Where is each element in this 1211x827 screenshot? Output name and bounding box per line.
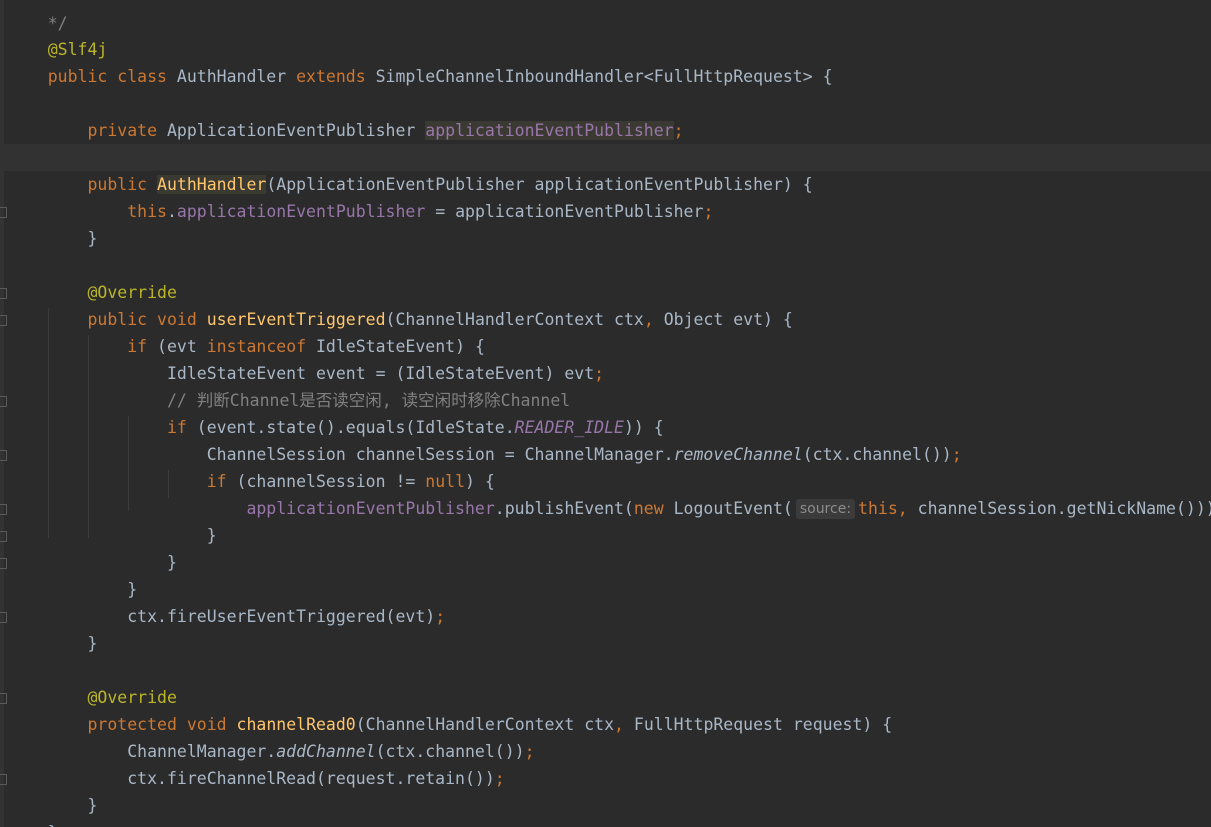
parameter-hint: source: bbox=[795, 499, 856, 519]
code-line: IdleStateEvent event = (IdleStateEvent) … bbox=[166, 364, 605, 383]
code-line: } bbox=[206, 526, 217, 545]
code-line: @Override bbox=[8, 657, 177, 707]
fold-marker[interactable] bbox=[0, 693, 7, 704]
code-line: } bbox=[87, 634, 98, 653]
code-line: this.applicationEventPublisher = applica… bbox=[127, 202, 714, 221]
field-declaration: applicationEventPublisher bbox=[425, 121, 674, 140]
code-line: if (channelSession != null) { bbox=[206, 472, 495, 491]
code-line: } bbox=[166, 553, 177, 572]
fold-marker[interactable] bbox=[0, 288, 7, 299]
code-line: } bbox=[87, 796, 98, 815]
code-line: ctx.fireUserEventTriggered(evt); bbox=[127, 607, 446, 626]
code-line: // 判断Channel是否读空闲, 读空闲时移除Channel bbox=[8, 360, 570, 410]
fold-marker[interactable] bbox=[0, 504, 7, 515]
code-line: private ApplicationEventPublisher applic… bbox=[87, 121, 684, 140]
code-line: applicationEventPublisher.publishEvent(n… bbox=[246, 499, 1211, 519]
fold-marker[interactable] bbox=[0, 531, 7, 542]
code-editor[interactable]: */ @Slf4j public class AuthHandler exten… bbox=[0, 0, 1211, 827]
code-line: ctx.fireChannelRead(request.retain()); bbox=[127, 769, 505, 788]
code-line: public class AuthHandler extends SimpleC… bbox=[47, 67, 833, 86]
fold-marker[interactable] bbox=[0, 207, 7, 218]
code-line: ChannelSession channelSession = ChannelM… bbox=[206, 445, 962, 464]
code-line: public void userEventTriggered(ChannelHa… bbox=[87, 310, 793, 329]
code-line: protected void channelRead0(ChannelHandl… bbox=[87, 715, 893, 734]
current-line: public AuthHandler(ApplicationEventPubli… bbox=[0, 144, 1211, 194]
code-line: ChannelManager.addChannel(ctx.channel())… bbox=[127, 742, 535, 761]
code-line: } bbox=[127, 580, 138, 599]
fold-marker[interactable] bbox=[0, 774, 7, 785]
code-line: if (event.state().equals(IdleState.READE… bbox=[166, 418, 664, 437]
code-line: @Override bbox=[8, 252, 177, 302]
fold-marker[interactable] bbox=[0, 558, 7, 569]
code-line: } bbox=[8, 792, 58, 827]
code-line: @Slf4j bbox=[8, 9, 108, 59]
fold-marker[interactable] bbox=[0, 396, 7, 407]
code-line: if (evt instanceof IdleStateEvent) { bbox=[127, 337, 485, 356]
fold-marker[interactable] bbox=[0, 450, 7, 461]
fold-marker[interactable] bbox=[0, 315, 7, 326]
fold-marker[interactable] bbox=[0, 612, 7, 623]
code-line: } bbox=[87, 229, 98, 248]
